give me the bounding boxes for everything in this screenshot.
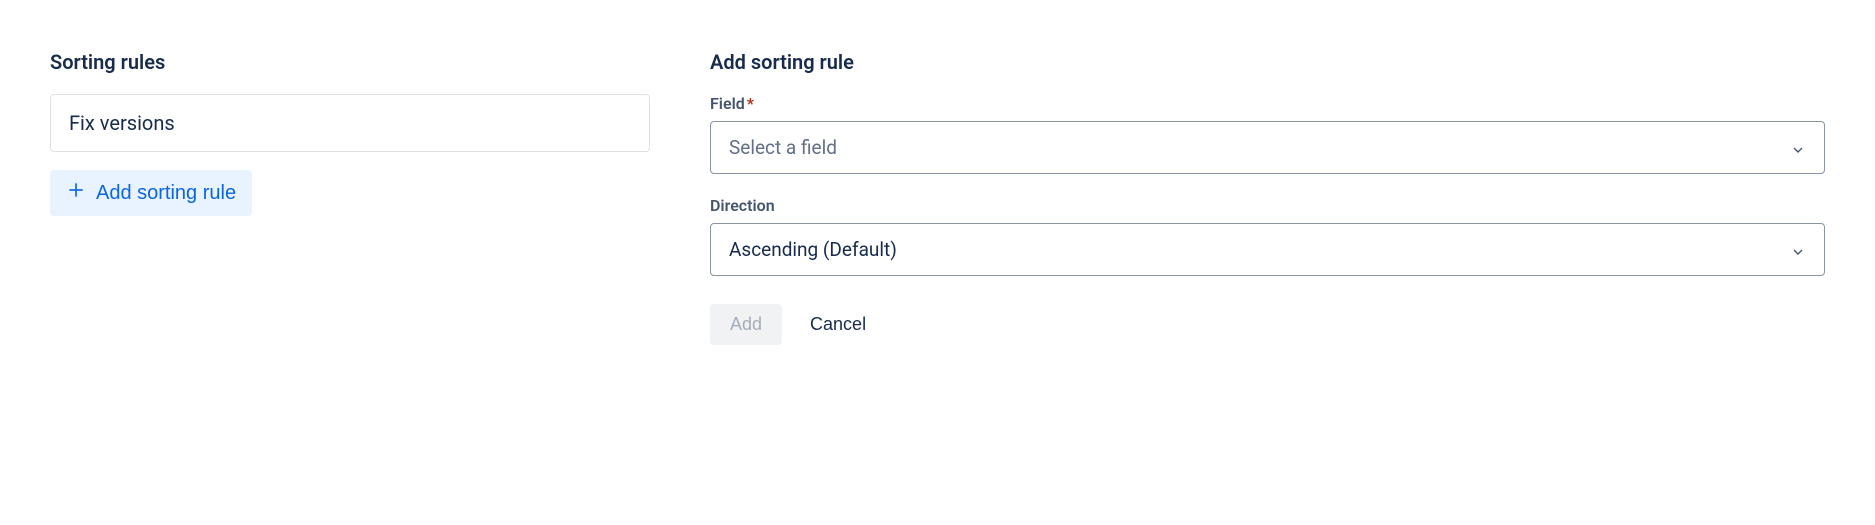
direction-select-value: Ascending (Default) <box>729 238 897 261</box>
cancel-button[interactable]: Cancel <box>806 304 870 345</box>
field-select-placeholder: Select a field <box>729 136 837 159</box>
sorting-rules-heading: Sorting rules <box>50 50 650 74</box>
add-button[interactable]: Add <box>710 304 782 345</box>
field-label: Field* <box>710 94 1825 113</box>
field-select[interactable]: Select a field <box>710 121 1825 174</box>
add-sorting-rule-label: Add sorting rule <box>96 182 236 205</box>
add-sorting-rule-button[interactable]: Add sorting rule <box>50 170 252 216</box>
form-actions: Add Cancel <box>710 304 1825 345</box>
required-asterisk: * <box>747 94 754 113</box>
direction-label: Direction <box>710 196 1825 215</box>
field-label-text: Field <box>710 94 745 113</box>
plus-icon <box>66 180 86 206</box>
chevron-down-icon <box>1790 140 1806 156</box>
add-sorting-rule-heading: Add sorting rule <box>710 50 1825 74</box>
chevron-down-icon <box>1790 242 1806 258</box>
sorting-rule-label: Fix versions <box>69 111 175 135</box>
direction-select[interactable]: Ascending (Default) <box>710 223 1825 276</box>
sorting-rule-item[interactable]: Fix versions <box>50 94 650 152</box>
add-sorting-rule-panel: Add sorting rule Field* Select a field D… <box>710 50 1825 345</box>
sorting-rules-panel: Sorting rules Fix versions Add sorting r… <box>50 50 650 345</box>
